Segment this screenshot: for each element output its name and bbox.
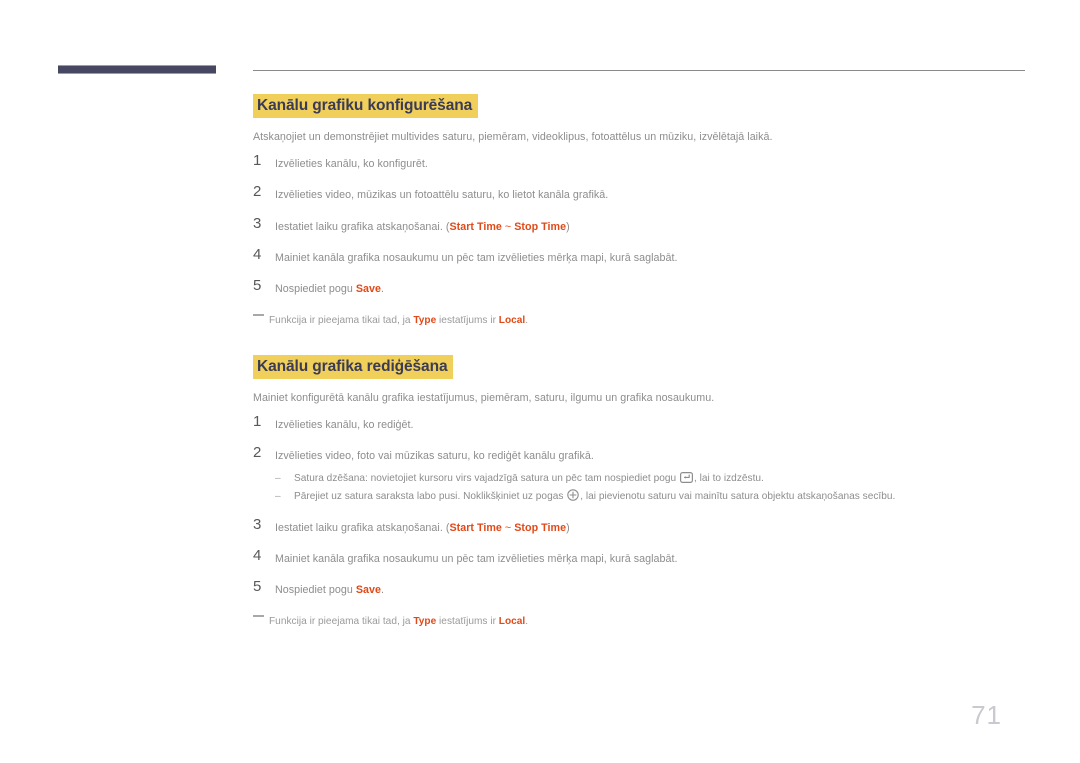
step-item: 2 Izvēlieties video, mūzikas un fotoattēl… xyxy=(253,183,1025,203)
body-text: . xyxy=(525,314,529,326)
step-text: Iestatiet laiku grafika atskaņošanai. (S… xyxy=(275,522,570,534)
note-text: Funkcija ir pieejama tikai tad, ja Type … xyxy=(269,616,528,627)
step-item: 5 Nospiediet pogu Save. xyxy=(253,276,1025,297)
body-text: Nospiediet pogu xyxy=(275,282,356,295)
note-line: Funkcija ir pieejama tikai tad, ja Type … xyxy=(253,614,1025,629)
step-number: 3 xyxy=(253,214,262,232)
paren-text: ) xyxy=(566,220,570,233)
paren-text: ) xyxy=(566,521,570,534)
ui-term: Save xyxy=(355,282,381,295)
section-title: Kanālu grafika rediģēšana xyxy=(253,354,454,380)
body-text: Iestatiet laiku grafika atskaņošanai. ( xyxy=(275,220,450,233)
sub-bullet-list: – Satura dzēšana: novietojiet kursoru vir… xyxy=(275,471,1025,504)
step-number: 5 xyxy=(253,577,262,595)
step-item: 2 Izvēlieties video, foto vai mūzikas sat… xyxy=(253,444,1025,504)
body-text: Pārejiet uz satura saraksta labo pusi. N… xyxy=(294,491,567,503)
step-number: 4 xyxy=(253,245,262,263)
step-number: 1 xyxy=(253,152,262,170)
section-intro: Mainiet konfigurētā kanālu grafika iesta… xyxy=(253,392,715,405)
note-text: Funkcija ir pieejama tikai tad, ja Type … xyxy=(269,315,528,326)
body-text: Izvēlieties kanālu, ko rediģēt. xyxy=(275,419,414,432)
note-line: Funkcija ir pieejama tikai tad, ja Type … xyxy=(253,313,1025,328)
step-item: 3 Iestatiet laiku grafika atskaņošanai. (… xyxy=(253,515,1025,536)
ui-term: Save xyxy=(355,583,381,596)
body-text: Funkcija ir pieejama tikai tad, ja xyxy=(269,314,414,326)
enter-key-icon xyxy=(679,472,693,484)
step-text: Izvēlieties video, foto vai mūzikas satu… xyxy=(275,450,594,462)
sub-bullet-text: Pārejiet uz satura saraksta labo pusi. N… xyxy=(294,489,896,503)
sub-bullet-item: – Satura dzēšana: novietojiet kursoru vir… xyxy=(275,471,1025,486)
step-text: Izvēlieties video, mūzikas un fotoattēlu… xyxy=(275,189,608,201)
header-rule xyxy=(253,70,1025,71)
range-separator: ~ xyxy=(501,521,515,534)
step-number: 2 xyxy=(253,444,262,462)
step-list: 1 Izvēlieties kanālu, ko rediģēt. 2 Izvēlie… xyxy=(253,413,1025,598)
body-text: Satura dzēšana: novietojiet kursoru virs… xyxy=(294,473,679,485)
note-dash-icon xyxy=(253,313,264,316)
page-number: 71 xyxy=(971,700,1002,730)
ui-term: Type xyxy=(413,314,437,326)
ui-term: Stop Time xyxy=(514,220,567,233)
sub-bullet-item: – Pārejiet uz satura saraksta labo pusi. … xyxy=(275,489,1025,504)
body-text: Izvēlieties kanālu, ko konfigurēt. xyxy=(275,158,428,171)
step-item: 1 Izvēlieties kanālu, ko konfigurēt. xyxy=(253,152,1025,172)
body-text: Mainiet kanāla grafika nosaukumu un pēc … xyxy=(275,251,678,264)
body-text: iestatījums ir xyxy=(436,314,499,326)
ui-term: Local xyxy=(498,314,526,326)
ui-term: Type xyxy=(413,615,437,627)
step-number: 4 xyxy=(253,546,262,564)
body-text: iestatījums ir xyxy=(436,615,499,627)
body-text: . xyxy=(525,615,529,627)
dash-bullet-icon: – xyxy=(275,473,281,485)
step-text: Izvēlieties kanālu, ko rediģēt. xyxy=(275,419,413,431)
step-text: Iestatiet laiku grafika atskaņošanai. (S… xyxy=(275,221,570,233)
header-decoration-bar xyxy=(58,65,216,74)
page-content: Kanālu grafiku konfigurēšana Atskaņojiet … xyxy=(253,94,1025,629)
body-text: Iestatiet laiku grafika atskaņošanai. ( xyxy=(275,521,450,534)
body-text: , lai to izdzēstu. xyxy=(693,473,764,485)
manual-section: Kanālu grafiku konfigurēšana Atskaņojiet … xyxy=(253,94,1025,328)
body-text: Mainiet kanāla grafika nosaukumu un pēc … xyxy=(275,552,678,565)
step-number: 1 xyxy=(253,413,262,431)
dash-bullet-icon: – xyxy=(275,491,281,503)
body-text: Izvēlieties video, mūzikas un fotoattēlu… xyxy=(275,189,609,202)
step-item: 5 Nospiediet pogu Save. xyxy=(253,577,1025,598)
ui-term: Stop Time xyxy=(514,521,567,534)
step-item: 4 Mainiet kanāla grafika nosaukumu un pēc… xyxy=(253,245,1025,266)
section-intro: Atskaņojiet un demonstrējiet multivides … xyxy=(253,131,773,144)
step-text: Mainiet kanāla grafika nosaukumu un pēc … xyxy=(275,252,677,264)
step-text: Izvēlieties kanālu, ko konfigurēt. xyxy=(275,158,428,170)
step-number: 5 xyxy=(253,276,262,294)
body-text: Nospiediet pogu xyxy=(275,583,356,596)
ui-term: Start Time xyxy=(449,220,502,233)
body-text: . xyxy=(380,583,384,596)
manual-section: Kanālu grafika rediģēšana Mainiet konfigu… xyxy=(253,354,1025,629)
circle-plus-icon xyxy=(567,489,579,502)
note-dash-icon xyxy=(253,614,264,617)
ui-term: Start Time xyxy=(449,521,502,534)
step-list: 1 Izvēlieties kanālu, ko konfigurēt. 2 Izvē… xyxy=(253,152,1025,297)
section-title: Kanālu grafiku konfigurēšana xyxy=(253,94,479,119)
step-item: 3 Iestatiet laiku grafika atskaņošanai. (… xyxy=(253,214,1025,235)
ui-term: Local xyxy=(498,615,526,627)
step-number: 3 xyxy=(253,515,262,533)
sub-bullet-text: Satura dzēšana: novietojiet kursoru virs… xyxy=(294,472,764,485)
body-text: , lai pievienotu saturu vai mainītu satu… xyxy=(580,491,896,503)
step-text: Nospiediet pogu Save. xyxy=(275,584,384,596)
body-text: Funkcija ir pieejama tikai tad, ja xyxy=(269,615,414,627)
body-text: Izvēlieties video, foto vai mūzikas satu… xyxy=(275,450,594,463)
body-text: . xyxy=(380,282,384,295)
step-number: 2 xyxy=(253,183,262,201)
range-separator: ~ xyxy=(501,220,515,233)
step-text: Mainiet kanāla grafika nosaukumu un pēc … xyxy=(275,553,677,565)
step-item: 1 Izvēlieties kanālu, ko rediģēt. xyxy=(253,413,1025,433)
step-text: Nospiediet pogu Save. xyxy=(275,283,384,295)
step-item: 4 Mainiet kanāla grafika nosaukumu un pēc… xyxy=(253,546,1025,567)
